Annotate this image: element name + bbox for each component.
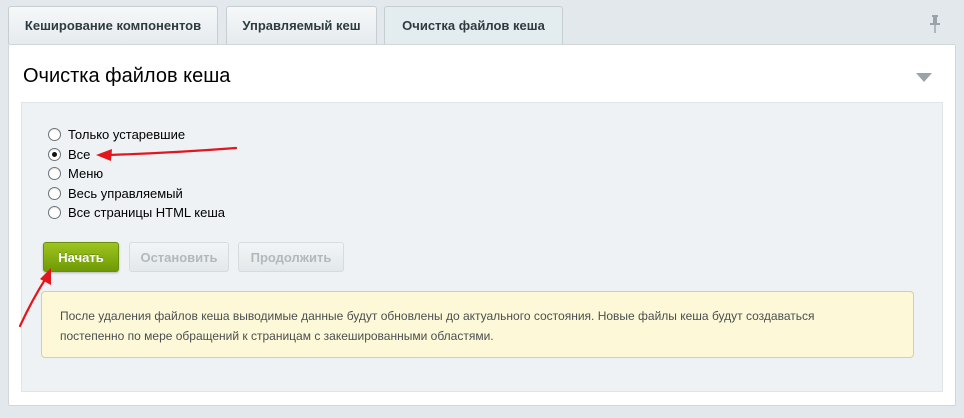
panel-title: Очистка файлов кеша: [23, 65, 231, 87]
radio-label: Только устаревшие: [68, 127, 186, 143]
tab-label: Кеширование компонентов: [24, 18, 202, 33]
radio-button-checked[interactable]: [48, 147, 61, 161]
note-line-1: После удаления файлов кеша выводимые дан…: [60, 309, 815, 323]
tab-label: Управляемый кеш: [242, 18, 361, 33]
options-area: Только устаревшие Все Меню Весь управляе…: [21, 102, 943, 392]
radio-option-menu[interactable]: Меню: [48, 164, 225, 184]
radio-option-html-cache[interactable]: Все страницы HTML кеша: [48, 203, 225, 223]
continue-button[interactable]: Продолжить: [238, 242, 344, 272]
radio-button[interactable]: [48, 128, 61, 142]
radio-label: Меню: [68, 166, 104, 182]
radio-label: Все: [68, 146, 91, 162]
collapse-arrow-icon[interactable]: [916, 73, 932, 82]
radio-button[interactable]: [48, 167, 61, 181]
radio-label: Все страницы HTML кеша: [68, 205, 226, 221]
radio-option-all[interactable]: Все: [48, 145, 225, 165]
tab-managed-cache[interactable]: Управляемый кеш: [226, 6, 377, 44]
radio-label: Весь управляемый: [68, 185, 183, 201]
radio-option-managed[interactable]: Весь управляемый: [48, 184, 225, 204]
tab-component-caching[interactable]: Кеширование компонентов: [8, 6, 218, 44]
pin-icon[interactable]: [928, 15, 942, 33]
tab-label: Очистка файлов кеша: [402, 18, 545, 33]
start-button[interactable]: Начать: [43, 242, 119, 272]
cache-type-radio-group: Только устаревшие Все Меню Весь управляе…: [48, 125, 225, 223]
radio-button[interactable]: [48, 186, 61, 200]
note-line-2: постепенно по мере обращений к страницам…: [60, 329, 494, 343]
clear-cache-panel: Очистка файлов кеша Только устаревшие Вс…: [8, 44, 956, 406]
info-note: После удаления файлов кеша выводимые дан…: [41, 291, 914, 358]
radio-button[interactable]: [48, 206, 61, 220]
tab-bar: Кеширование компонентов Управляемый кеш …: [0, 0, 964, 46]
radio-option-outdated[interactable]: Только устаревшие: [48, 125, 225, 145]
tab-clear-cache-files[interactable]: Очистка файлов кеша: [384, 6, 563, 46]
stop-button[interactable]: Остановить: [129, 242, 229, 272]
